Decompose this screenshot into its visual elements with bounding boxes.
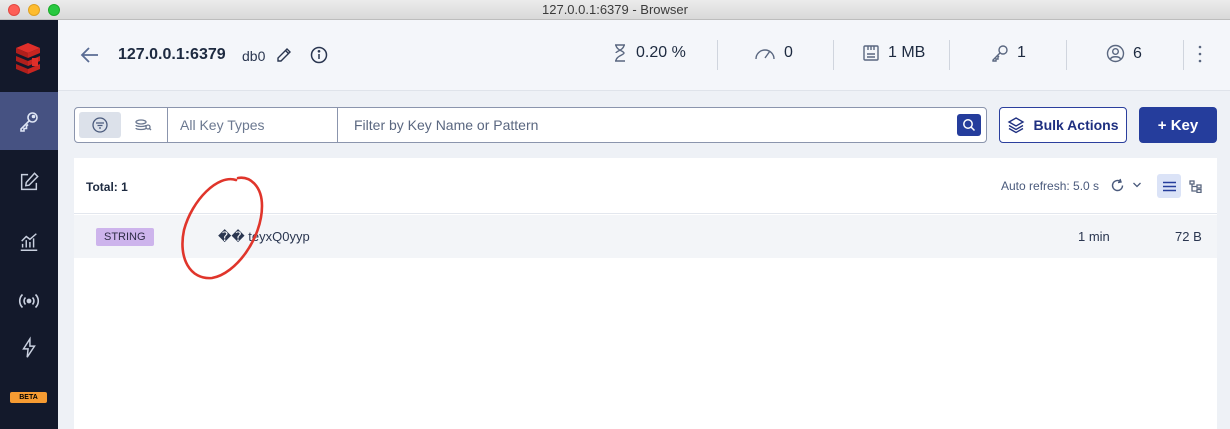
- layers-icon: [1008, 117, 1025, 134]
- db-header: 127.0.0.1:6379 db0 0.20 % 0 1 MB 1 6: [58, 20, 1230, 91]
- search-button[interactable]: [957, 114, 981, 136]
- sidebar-item-browser[interactable]: [0, 92, 58, 150]
- chart-icon: [20, 233, 38, 251]
- stat-divider: [833, 40, 834, 70]
- back-arrow-icon[interactable]: [80, 46, 100, 64]
- cpu-value: 0.20 %: [636, 44, 686, 61]
- beta-badge: BETA: [10, 392, 47, 403]
- key-name: �� teyxQ0yyp: [218, 229, 310, 244]
- user-icon: [1106, 44, 1125, 63]
- sidebar-item-workbench[interactable]: [0, 153, 58, 211]
- more-vertical-icon[interactable]: [1197, 43, 1203, 65]
- auto-refresh-label: Auto refresh: 5.0 s: [1001, 179, 1100, 193]
- window-title: 127.0.0.1:6379 - Browser: [542, 2, 688, 17]
- hourglass-icon: [615, 44, 625, 62]
- key-list-panel: Total: 1 Auto refresh: 5.0 s STRING �� t…: [74, 158, 1217, 429]
- refresh-icon[interactable]: [1110, 178, 1125, 193]
- layers-search-icon: [135, 119, 152, 131]
- filter-mode-button[interactable]: [79, 112, 121, 138]
- sidebar: BETA: [0, 20, 58, 429]
- list-view-toggle[interactable]: [1157, 174, 1181, 198]
- memory-chip-icon: [863, 45, 879, 61]
- clients-value: 6: [1133, 44, 1142, 62]
- sidebar-item-pubsub[interactable]: [0, 272, 58, 330]
- add-key-button[interactable]: + Key: [1139, 107, 1217, 143]
- list-icon: [1162, 181, 1176, 191]
- key-ttl: 1 min: [1078, 229, 1110, 244]
- keys-value: 1: [1017, 44, 1026, 61]
- zoom-window-button[interactable]: [48, 4, 60, 16]
- stat-divider: [949, 40, 950, 70]
- key-type-select[interactable]: All Key Types: [167, 108, 338, 142]
- lightning-icon: [22, 336, 36, 358]
- redis-logo: [16, 43, 40, 74]
- bulk-actions-label: Bulk Actions: [1033, 117, 1119, 133]
- filter-bar: All Key Types: [74, 107, 987, 143]
- search-icon: [963, 119, 976, 132]
- key-list-header: Total: 1 Auto refresh: 5.0 s: [74, 158, 1217, 214]
- search-mode-button[interactable]: [129, 112, 157, 138]
- sidebar-item-triggers[interactable]: [0, 328, 58, 368]
- bulk-actions-button[interactable]: Bulk Actions: [999, 107, 1127, 143]
- memory-stat: 1 MB: [862, 44, 925, 62]
- tree-view-toggle[interactable]: [1183, 174, 1207, 198]
- stat-divider: [1183, 40, 1184, 70]
- pencil-icon[interactable]: [276, 47, 292, 63]
- broadcast-icon: [18, 293, 40, 309]
- key-size: 72 B: [1175, 229, 1202, 244]
- filter-icon: [92, 117, 108, 133]
- stat-divider: [717, 40, 718, 70]
- sidebar-item-analysis[interactable]: [0, 213, 58, 271]
- browser-content: All Key Types Bulk Actions + Key Total: …: [58, 91, 1230, 429]
- window-titlebar: 127.0.0.1:6379 - Browser: [0, 0, 1230, 20]
- key-icon: [992, 45, 1008, 62]
- db-index: db0: [242, 48, 266, 64]
- ops-value: 0: [784, 44, 793, 61]
- ops-stat: 0: [754, 44, 793, 62]
- cpu-stat: 0.20 %: [612, 44, 686, 62]
- tree-icon: [1188, 179, 1202, 193]
- key-icon: [20, 112, 38, 132]
- edit-icon: [20, 172, 39, 191]
- stat-divider: [1066, 40, 1067, 70]
- table-row[interactable]: STRING �� teyxQ0yyp 1 min 72 B: [74, 215, 1217, 258]
- key-search-input[interactable]: [339, 108, 959, 142]
- info-icon[interactable]: [310, 46, 328, 64]
- close-window-button[interactable]: [8, 4, 20, 16]
- minimize-window-button[interactable]: [28, 4, 40, 16]
- memory-value: 1 MB: [888, 44, 926, 61]
- gauge-icon: [755, 49, 775, 60]
- window-controls: [8, 4, 60, 16]
- chevron-down-icon[interactable]: [1132, 181, 1142, 189]
- host-address: 127.0.0.1:6379: [118, 46, 226, 63]
- total-keys: Total: 1: [86, 180, 128, 194]
- key-type-badge: STRING: [96, 228, 154, 246]
- clients-stat: 6: [1106, 44, 1142, 63]
- keys-stat: 1: [991, 44, 1026, 62]
